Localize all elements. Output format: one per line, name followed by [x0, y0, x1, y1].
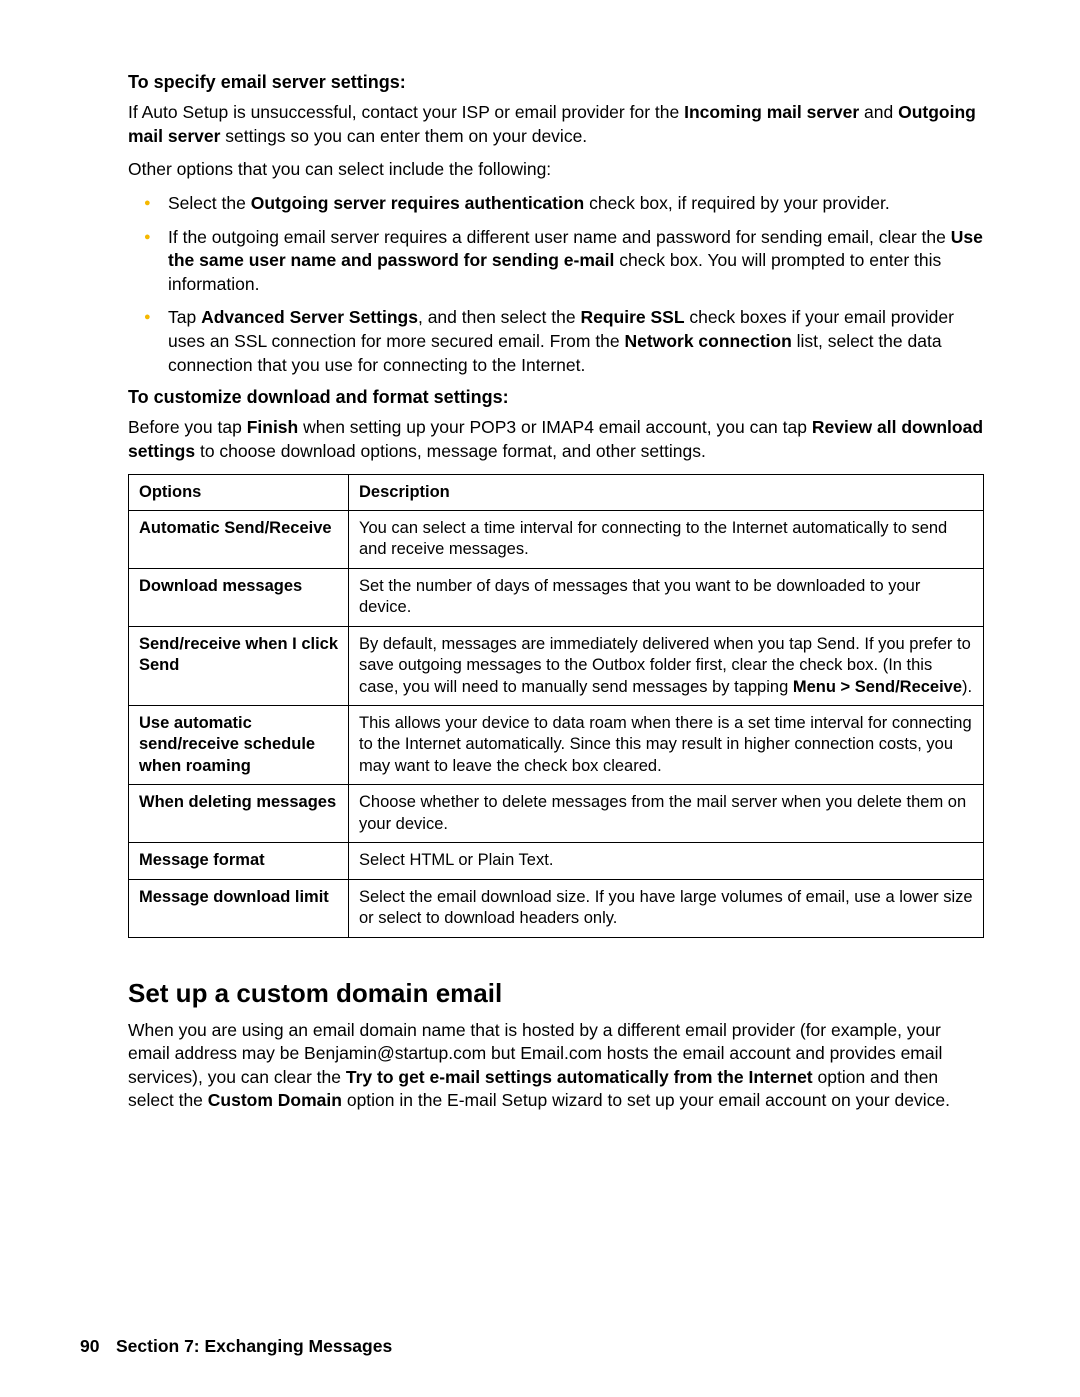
- table-row: Automatic Send/Receive You can select a …: [129, 510, 984, 568]
- bold-text: Advanced Server Settings: [201, 307, 418, 327]
- option-description: This allows your device to data roam whe…: [349, 706, 984, 785]
- bold-text: Require SSL: [580, 307, 684, 327]
- option-name: Message download limit: [129, 879, 349, 937]
- table-row: Send/receive when I click Send By defaul…: [129, 626, 984, 705]
- option-name: When deleting messages: [129, 785, 349, 843]
- heading-custom-domain-email: Set up a custom domain email: [128, 978, 984, 1009]
- option-name: Send/receive when I click Send: [129, 626, 349, 705]
- text: If Auto Setup is unsuccessful, contact y…: [128, 102, 684, 122]
- option-name: Automatic Send/Receive: [129, 510, 349, 568]
- list-item: Tap Advanced Server Settings, and then s…: [168, 306, 984, 377]
- table-row: Message download limit Select the email …: [129, 879, 984, 937]
- option-name: Message format: [129, 843, 349, 879]
- bold-text: Incoming mail server: [684, 102, 859, 122]
- text: If the outgoing email server requires a …: [168, 227, 951, 247]
- page-footer: 90Section 7: Exchanging Messages: [80, 1336, 984, 1357]
- bold-text: Finish: [247, 417, 299, 437]
- paragraph: Before you tap Finish when setting up yo…: [128, 416, 984, 463]
- option-description: By default, messages are immediately del…: [349, 626, 984, 705]
- page-number: 90: [80, 1336, 116, 1357]
- table-row: When deleting messages Choose whether to…: [129, 785, 984, 843]
- paragraph: Other options that you can select includ…: [128, 158, 984, 182]
- option-description: Select HTML or Plain Text.: [349, 843, 984, 879]
- option-description: Choose whether to delete messages from t…: [349, 785, 984, 843]
- option-name: Use automatic send/receive schedule when…: [129, 706, 349, 785]
- table-header-description: Description: [349, 474, 984, 510]
- bold-text: Network connection: [625, 331, 792, 351]
- paragraph: When you are using an email domain name …: [128, 1019, 984, 1114]
- text: , and then select the: [418, 307, 580, 327]
- text: Tap: [168, 307, 201, 327]
- text: option in the E-mail Setup wizard to set…: [342, 1090, 950, 1110]
- text: settings so you can enter them on your d…: [220, 126, 587, 146]
- text: Select the: [168, 193, 251, 213]
- bold-text: Try to get e-mail settings automatically…: [346, 1067, 813, 1087]
- paragraph: If Auto Setup is unsuccessful, contact y…: [128, 101, 984, 148]
- text: and: [859, 102, 898, 122]
- bullet-list: Select the Outgoing server requires auth…: [128, 192, 984, 377]
- options-table: Options Description Automatic Send/Recei…: [128, 474, 984, 938]
- list-item: Select the Outgoing server requires auth…: [168, 192, 984, 216]
- table-header-row: Options Description: [129, 474, 984, 510]
- text: Before you tap: [128, 417, 247, 437]
- bold-text: Outgoing server requires authentication: [251, 193, 585, 213]
- list-item: If the outgoing email server requires a …: [168, 226, 984, 297]
- option-description: Select the email download size. If you h…: [349, 879, 984, 937]
- bold-text: Custom Domain: [208, 1090, 342, 1110]
- table-header-options: Options: [129, 474, 349, 510]
- section-title: Section 7: Exchanging Messages: [116, 1336, 392, 1356]
- option-description: You can select a time interval for conne…: [349, 510, 984, 568]
- bold-text: Menu > Send/Receive: [793, 678, 962, 696]
- text: check box, if required by your provider.: [584, 193, 889, 213]
- option-description: Set the number of days of messages that …: [349, 568, 984, 626]
- table-row: Download messages Set the number of days…: [129, 568, 984, 626]
- heading-specify-email-server: To specify email server settings:: [128, 72, 984, 93]
- text: to choose download options, message form…: [195, 441, 706, 461]
- document-page: To specify email server settings: If Aut…: [0, 0, 1080, 1397]
- table-row: Use automatic send/receive schedule when…: [129, 706, 984, 785]
- option-name: Download messages: [129, 568, 349, 626]
- text: when setting up your POP3 or IMAP4 email…: [298, 417, 812, 437]
- heading-customize-download: To customize download and format setting…: [128, 387, 984, 408]
- text: ).: [962, 678, 972, 696]
- table-row: Message format Select HTML or Plain Text…: [129, 843, 984, 879]
